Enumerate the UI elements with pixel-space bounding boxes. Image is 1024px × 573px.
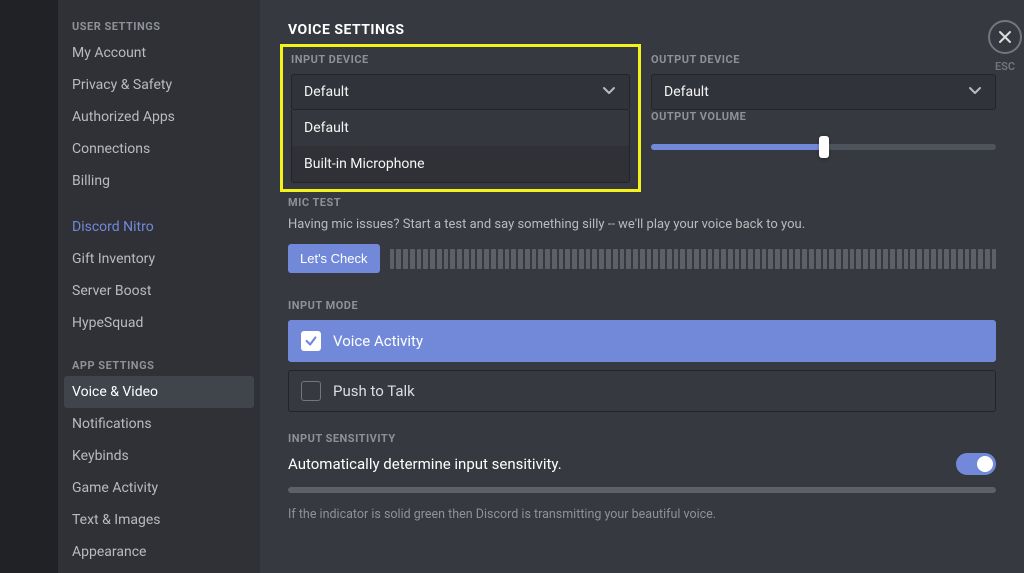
input-mode-push-to-talk-label: Push to Talk [333, 382, 415, 400]
chevron-down-icon [601, 82, 617, 102]
output-volume-label: OUTPUT VOLUME [651, 110, 996, 123]
input-mode-voice-activity-label: Voice Activity [333, 332, 423, 350]
page-title: VOICE SETTINGS [288, 22, 996, 38]
input-sensitivity-label: INPUT SENSITIVITY [288, 432, 996, 445]
sidebar-item-billing[interactable]: Billing [58, 165, 260, 197]
mic-test-label: MIC TEST [288, 196, 633, 209]
sidebar-item-server-boost[interactable]: Server Boost [58, 275, 260, 307]
mic-test-help: Having mic issues? Start a test and say … [288, 217, 996, 232]
voice-settings-panel: ESC VOICE SETTINGS INPUT DEVICE Default … [260, 0, 1024, 573]
close-icon[interactable] [988, 20, 1022, 54]
output-device-value: Default [664, 84, 709, 100]
esc-label: ESC [995, 60, 1015, 73]
input-mode-push-to-talk[interactable]: Push to Talk [288, 370, 996, 412]
sidebar-heading-user: USER SETTINGS [58, 14, 260, 37]
toggle-knob-icon [977, 456, 993, 472]
output-volume-slider[interactable] [651, 131, 996, 163]
close-settings[interactable]: ESC [988, 20, 1022, 73]
input-device-label: INPUT DEVICE [291, 53, 630, 66]
input-mode-label: INPUT MODE [288, 299, 996, 312]
mic-level-meter [390, 249, 996, 269]
sidebar-item-appearance[interactable]: Appearance [58, 536, 260, 568]
output-device-select[interactable]: Default [651, 74, 996, 110]
sensitivity-note: If the indicator is solid green then Dis… [288, 507, 996, 522]
sidebar-item-game-activity[interactable]: Game Activity [58, 472, 260, 504]
input-mode-voice-activity[interactable]: Voice Activity [288, 320, 996, 362]
output-device-label: OUTPUT DEVICE [651, 53, 996, 66]
checkmark-icon [301, 331, 321, 351]
sidebar-item-authorized-apps[interactable]: Authorized Apps [58, 101, 260, 133]
sidebar-item-text-images[interactable]: Text & Images [58, 504, 260, 536]
chevron-down-icon [967, 82, 983, 102]
input-device-value: Default [304, 84, 349, 100]
sidebar-item-connections[interactable]: Connections [58, 133, 260, 165]
input-device-dropdown: Default Built-in Microphone [291, 110, 630, 183]
settings-sidebar: USER SETTINGS My Account Privacy & Safet… [58, 0, 260, 573]
slider-thumb-icon[interactable] [819, 136, 829, 158]
checkbox-empty-icon [301, 381, 321, 401]
auto-sensitivity-toggle[interactable] [956, 453, 996, 475]
sidebar-item-discord-nitro[interactable]: Discord Nitro [58, 211, 260, 243]
input-device-option-builtin-mic[interactable]: Built-in Microphone [292, 146, 629, 182]
input-device-select[interactable]: Default [291, 74, 630, 110]
sidebar-item-notifications[interactable]: Notifications [58, 408, 260, 440]
sidebar-item-streamer-mode[interactable]: Streamer Mode [58, 568, 260, 573]
sidebar-item-keybinds[interactable]: Keybinds [58, 440, 260, 472]
sidebar-item-my-account[interactable]: My Account [58, 37, 260, 69]
lets-check-button[interactable]: Let's Check [288, 244, 380, 273]
input-device-option-default[interactable]: Default [292, 110, 629, 146]
input-device-highlight: INPUT DEVICE Default Default Built-in Mi… [280, 44, 641, 192]
sensitivity-meter [288, 487, 996, 493]
sidebar-item-voice-video[interactable]: Voice & Video [64, 376, 254, 408]
sidebar-item-privacy-safety[interactable]: Privacy & Safety [58, 69, 260, 101]
sidebar-heading-app: APP SETTINGS [58, 353, 260, 376]
app-gutter [0, 0, 58, 573]
sidebar-item-hypesquad[interactable]: HypeSquad [58, 307, 260, 339]
sidebar-item-gift-inventory[interactable]: Gift Inventory [58, 243, 260, 275]
auto-sensitivity-text: Automatically determine input sensitivit… [288, 455, 562, 473]
